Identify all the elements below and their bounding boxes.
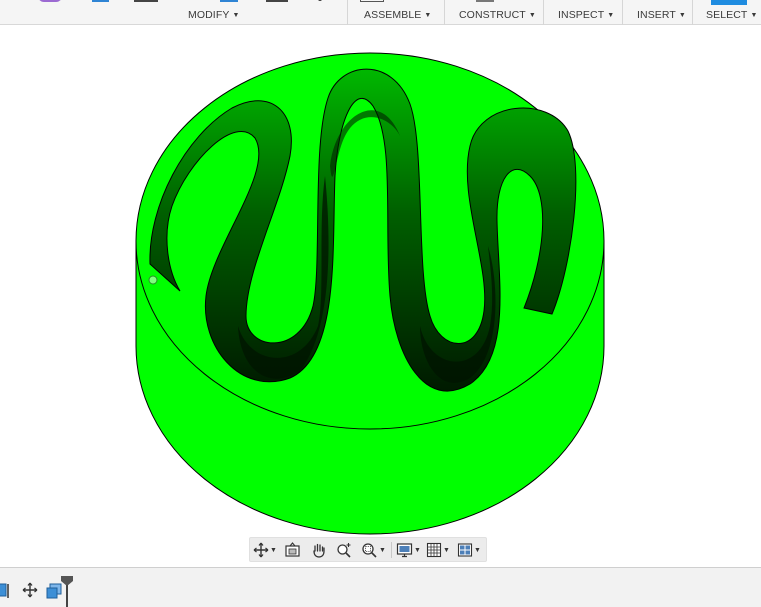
insert-menu-label: INSERT — [637, 9, 676, 21]
orbit-icon — [253, 542, 269, 558]
press-pull-icon[interactable] — [134, 0, 158, 2]
chevron-down-icon: ▼ — [443, 546, 450, 554]
viewports-icon — [457, 543, 473, 557]
toolbar: MODIFY ▼ ASSEMBLE ▼ CONSTRUCT ▼ INSPECT … — [0, 0, 761, 25]
assemble-menu-label: ASSEMBLE — [364, 9, 422, 21]
component-icon — [0, 583, 9, 598]
modify-menu[interactable]: MODIFY ▼ — [188, 8, 239, 22]
grid-button[interactable]: ▼ — [426, 541, 450, 559]
zoom-window-icon — [362, 543, 377, 558]
timeline-bar — [0, 567, 761, 607]
construct-menu[interactable]: CONSTRUCT ▼ — [459, 8, 536, 22]
select-menu[interactable]: SELECT ▼ — [706, 8, 757, 22]
timeline-move-item[interactable] — [22, 582, 38, 603]
orbit-button[interactable]: ▼ — [253, 541, 277, 559]
fillet-icon[interactable] — [220, 0, 238, 2]
toolbar-separator — [347, 0, 348, 25]
timeline-component-item[interactable] — [0, 582, 12, 605]
toolbar-separator — [444, 0, 445, 25]
point-icon[interactable] — [318, 0, 322, 1]
timeline-marker-icon — [61, 576, 73, 607]
select-icon[interactable] — [711, 0, 747, 5]
canvas-viewport[interactable] — [0, 26, 761, 566]
pan-hand-icon — [313, 543, 325, 558]
modify-menu-label: MODIFY — [188, 9, 230, 21]
joint-icon[interactable] — [360, 0, 384, 2]
inspect-menu-label: INSPECT — [558, 9, 605, 21]
toolbar-separator — [622, 0, 623, 25]
select-menu-label: SELECT — [706, 9, 748, 21]
chevron-down-icon: ▼ — [379, 546, 386, 554]
plane-icon[interactable] — [476, 0, 494, 2]
display-settings-button[interactable]: ▼ — [396, 541, 421, 559]
toolbar-separator — [543, 0, 544, 25]
toolbar-separator — [692, 0, 693, 25]
model-render[interactable] — [0, 26, 761, 566]
zoom-icon — [337, 543, 351, 558]
chevron-down-icon: ▼ — [414, 546, 421, 554]
chevron-down-icon: ▼ — [528, 11, 536, 19]
body-feature-icon — [46, 583, 62, 599]
navbar-separator — [391, 542, 392, 558]
pan-button[interactable] — [311, 541, 327, 559]
navigation-bar: ▼ ▼ ▼ ▼ ▼ — [249, 537, 487, 562]
shell-icon[interactable] — [266, 0, 288, 2]
chevron-down-icon: ▼ — [678, 11, 686, 19]
display-settings-icon — [396, 543, 413, 558]
chevron-down-icon: ▼ — [270, 546, 277, 554]
viewports-button[interactable]: ▼ — [457, 541, 481, 559]
chevron-down-icon: ▼ — [474, 546, 481, 554]
extrude-icon[interactable] — [92, 0, 109, 2]
insert-menu[interactable]: INSERT ▼ — [637, 8, 686, 22]
construct-menu-label: CONSTRUCT — [459, 9, 526, 21]
sketch-icon[interactable] — [38, 0, 62, 2]
vertex-marker-icon[interactable] — [148, 275, 158, 285]
inspect-menu[interactable]: INSPECT ▼ — [558, 8, 614, 22]
assemble-menu[interactable]: ASSEMBLE ▼ — [364, 8, 431, 22]
look-at-icon — [285, 542, 300, 557]
move-icon — [22, 582, 38, 598]
zoom-button[interactable] — [336, 541, 353, 559]
zoom-window-button[interactable]: ▼ — [361, 541, 386, 559]
chevron-down-icon: ▼ — [607, 11, 615, 19]
chevron-down-icon: ▼ — [232, 11, 240, 19]
look-at-button[interactable] — [284, 541, 301, 559]
chevron-down-icon: ▼ — [750, 11, 758, 19]
timeline-body-feature-item[interactable] — [46, 583, 62, 605]
chevron-down-icon: ▼ — [424, 11, 432, 19]
grid-icon — [426, 542, 442, 558]
timeline-marker[interactable] — [61, 576, 73, 607]
